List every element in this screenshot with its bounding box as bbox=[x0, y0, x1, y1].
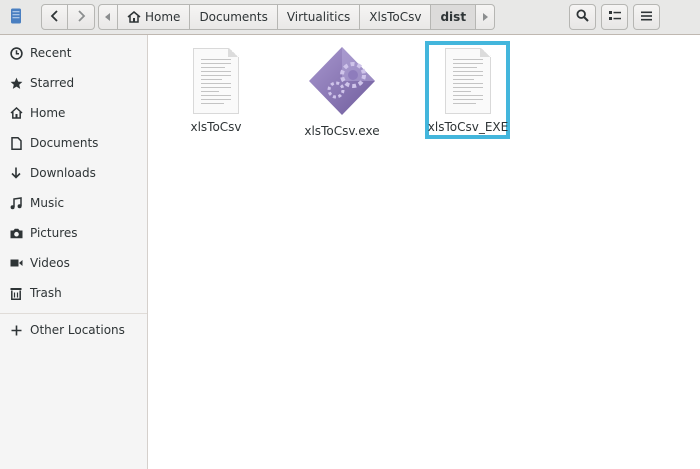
text-file-icon bbox=[193, 48, 239, 114]
sidebar-item-label: Pictures bbox=[30, 226, 78, 240]
breadcrumb-xlstocsv[interactable]: XlsToCsv bbox=[360, 4, 432, 30]
breadcrumb-dist[interactable]: dist bbox=[431, 4, 477, 30]
breadcrumb-scroll-right[interactable] bbox=[476, 4, 496, 30]
breadcrumb: Home Documents Virtualitics XlsToCsv dis… bbox=[98, 4, 496, 30]
sidebar-item-label: Home bbox=[30, 106, 66, 120]
sidebar-divider bbox=[0, 313, 147, 314]
breadcrumb-scroll-left[interactable] bbox=[98, 4, 118, 30]
sidebar-item-pictures[interactable]: Pictures bbox=[0, 219, 147, 247]
sidebar-item-videos[interactable]: Videos bbox=[0, 249, 147, 277]
file-name: xlsToCsv_EXE bbox=[427, 120, 509, 134]
sidebar: Recent Starred Home Documents Downloads … bbox=[0, 35, 148, 469]
breadcrumb-label: dist bbox=[440, 10, 467, 24]
search-button[interactable] bbox=[569, 4, 596, 30]
menu-button[interactable] bbox=[633, 4, 660, 30]
list-view-icon bbox=[608, 10, 621, 24]
sidebar-item-starred[interactable]: Starred bbox=[0, 69, 147, 97]
file-name: xlsToCsv bbox=[190, 120, 242, 134]
sidebar-item-label: Starred bbox=[30, 76, 75, 90]
sidebar-item-trash[interactable]: Trash bbox=[0, 279, 147, 307]
triangle-left-icon bbox=[105, 10, 111, 24]
file-item[interactable]: xlsToCsv_EXE bbox=[423, 48, 513, 134]
search-icon bbox=[576, 9, 589, 25]
download-icon bbox=[9, 166, 23, 180]
breadcrumb-virtualitics[interactable]: Virtualitics bbox=[277, 4, 361, 30]
breadcrumb-label: Virtualitics bbox=[286, 10, 351, 24]
music-icon bbox=[9, 196, 23, 210]
view-toggle-button[interactable] bbox=[601, 4, 628, 30]
header-bar: Home Documents Virtualitics XlsToCsv dis… bbox=[0, 0, 700, 35]
file-name: xlsToCsv.exe bbox=[304, 124, 380, 138]
file-item[interactable]: xlsToCsv.exe bbox=[297, 45, 387, 138]
breadcrumb-documents[interactable]: Documents bbox=[190, 4, 278, 30]
navigation-buttons bbox=[41, 4, 95, 30]
sidebar-item-label: Videos bbox=[30, 256, 70, 270]
triangle-right-icon bbox=[482, 10, 489, 24]
plus-icon bbox=[9, 323, 23, 337]
sidebar-item-music[interactable]: Music bbox=[0, 189, 147, 217]
sidebar-item-label: Downloads bbox=[30, 166, 96, 180]
clock-icon bbox=[9, 46, 23, 60]
camera-icon bbox=[9, 226, 23, 240]
file-view[interactable]: xlsToCsv xlsToCsv.exe xlsToCsv_EXE bbox=[148, 35, 700, 469]
breadcrumb-label: XlsToCsv bbox=[369, 10, 422, 24]
back-button[interactable] bbox=[41, 4, 68, 30]
breadcrumb-label: Home bbox=[145, 10, 181, 24]
sidebar-item-label: Trash bbox=[30, 286, 62, 300]
breadcrumb-home[interactable]: Home bbox=[118, 4, 191, 30]
home-icon bbox=[127, 11, 141, 23]
chevron-left-icon bbox=[50, 9, 60, 25]
sidebar-item-recent[interactable]: Recent bbox=[0, 39, 147, 67]
file-item[interactable]: xlsToCsv bbox=[171, 48, 261, 134]
wine-executable-icon bbox=[307, 45, 377, 117]
drive-icon bbox=[10, 8, 22, 27]
sidebar-item-downloads[interactable]: Downloads bbox=[0, 159, 147, 187]
forward-button[interactable] bbox=[68, 4, 95, 30]
sidebar-item-documents[interactable]: Documents bbox=[0, 129, 147, 157]
hamburger-menu-icon bbox=[641, 10, 652, 24]
star-icon bbox=[9, 76, 23, 90]
drive-icon-button[interactable] bbox=[3, 4, 29, 30]
chevron-right-icon bbox=[76, 9, 86, 25]
sidebar-item-home[interactable]: Home bbox=[0, 99, 147, 127]
home-icon bbox=[9, 106, 23, 120]
video-icon bbox=[9, 256, 23, 270]
text-file-icon bbox=[445, 48, 491, 114]
sidebar-item-label: Documents bbox=[30, 136, 99, 150]
document-icon bbox=[9, 136, 23, 150]
sidebar-item-label: Recent bbox=[30, 46, 72, 60]
sidebar-item-label: Other Locations bbox=[30, 323, 125, 337]
breadcrumb-label: Documents bbox=[199, 10, 268, 24]
trash-icon bbox=[9, 286, 23, 300]
sidebar-item-label: Music bbox=[30, 196, 65, 210]
sidebar-item-other-locations[interactable]: Other Locations bbox=[0, 316, 147, 344]
